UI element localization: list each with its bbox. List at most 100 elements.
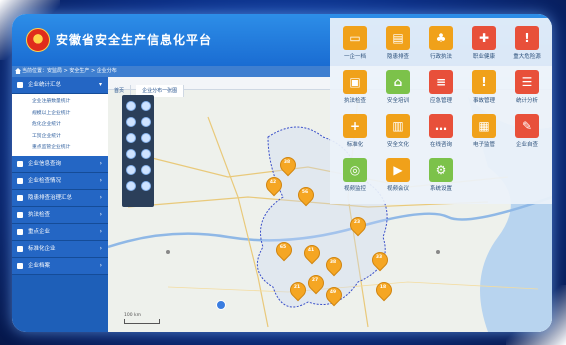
map-pin[interactable]: 33 <box>368 248 392 272</box>
sidebar-group[interactable]: 执法检查 › <box>12 206 108 224</box>
shirt-icon: ♣ <box>429 26 453 50</box>
pan-icon[interactable] <box>126 101 136 111</box>
module-tile[interactable]: ▦ 电子监管 <box>465 114 503 148</box>
module-tile[interactable]: ! 事故管理 <box>465 70 503 104</box>
module-tile-label: 视频监控 <box>343 186 366 192</box>
sidebar-group-summary[interactable]: 企业统计汇总 ▾ <box>12 77 108 94</box>
doc-chart-icon: ▦ <box>472 114 496 138</box>
settings-icon[interactable] <box>141 181 151 191</box>
app-title: 安徽省安全生产信息化平台 <box>56 33 213 47</box>
search-icon <box>17 160 23 167</box>
sidebar-item[interactable]: 企业注册数量统计 <box>12 96 108 108</box>
measure-line-icon[interactable] <box>126 133 136 143</box>
sidebar-item[interactable]: 重点监管企业统计 <box>12 142 108 154</box>
print-icon[interactable] <box>126 181 136 191</box>
module-tile-label: 标准化 <box>346 142 364 148</box>
clear-icon[interactable] <box>141 165 151 175</box>
chevron-down-icon: ▾ <box>98 81 102 88</box>
chevron-right-icon: › <box>99 261 102 269</box>
module-tile[interactable]: ✎ 企业自查 <box>508 114 546 148</box>
gear-icon: ⚙ <box>429 158 453 182</box>
map-pin[interactable]: 38 <box>276 153 300 177</box>
map-pin[interactable]: 65 <box>272 238 296 262</box>
layers-icon[interactable] <box>126 165 136 175</box>
sidebar-group[interactable]: 企业信息查询 › <box>12 155 108 173</box>
map-pin[interactable]: 21 <box>286 278 310 302</box>
module-tile[interactable]: ▭ 一企一档 <box>336 26 374 60</box>
module-tile[interactable]: ⌂ 安全培训 <box>379 70 417 104</box>
module-tile-label: 应急管理 <box>429 98 452 104</box>
module-tile-label: 在线咨询 <box>429 142 452 148</box>
module-tile-label: 行政执法 <box>429 54 452 60</box>
sidebar-group[interactable]: 企业检查情况 › <box>12 172 108 190</box>
module-tile[interactable]: ▤ 隐患排查 <box>379 26 417 60</box>
full-extent-icon[interactable] <box>141 117 151 127</box>
sidebar-item[interactable]: 规模以上企业统计 <box>12 108 108 120</box>
map-pin[interactable]: 42 <box>262 173 286 197</box>
sidebar-item[interactable]: 工贸企业统计 <box>12 131 108 143</box>
building-icon <box>17 228 23 235</box>
sidebar: 企业统计汇总 ▾ 企业注册数量统计 规模以上企业统计 危化企业统计 工贸企业统计… <box>12 77 108 332</box>
app-window: 安徽省安全生产信息化平台 当前位置：安监局 > 安全生产 > 企业分布 企业统计… <box>12 14 552 332</box>
module-tile-label: 事故管理 <box>472 98 495 104</box>
sidebar-group-label: 隐患排查治理汇总 <box>28 194 73 201</box>
list-icon <box>17 194 23 201</box>
doc-icon <box>17 245 23 252</box>
sidebar-group-label: 企业统计汇总 <box>28 82 62 88</box>
module-tile-label: 执法检查 <box>343 98 366 104</box>
draw-icon[interactable] <box>126 149 136 159</box>
module-tile[interactable]: ≡ 应急管理 <box>422 70 460 104</box>
module-tile[interactable]: ! 重大危险源 <box>508 26 546 60</box>
monitor-icon: ▭ <box>343 26 367 50</box>
zoom-in-icon[interactable] <box>141 101 151 111</box>
card-edit-icon: ✎ <box>515 114 539 138</box>
map-pin[interactable]: 49 <box>322 283 346 307</box>
document-icon: ≡ <box>429 70 453 94</box>
map-pin[interactable]: 23 <box>346 213 370 237</box>
chevron-right-icon: › <box>99 176 102 184</box>
module-tile[interactable]: ♣ 行政执法 <box>422 26 460 60</box>
map-pin[interactable]: 18 <box>372 278 396 302</box>
map-pin[interactable]: 41 <box>300 241 324 265</box>
map-pin[interactable]: 27 <box>304 271 328 295</box>
sidebar-group[interactable]: 标准化企业 › <box>12 240 108 258</box>
sidebar-group[interactable]: 隐患排查治理汇总 › <box>12 189 108 207</box>
module-tile[interactable]: ▶ 视频会议 <box>379 158 417 192</box>
chevron-right-icon: › <box>99 227 102 235</box>
sidebar-group-label: 执法检查 <box>28 211 51 218</box>
module-tile[interactable]: ☰ 统计分析 <box>508 70 546 104</box>
plus-card-icon: + <box>343 114 367 138</box>
home-icon[interactable] <box>15 68 21 74</box>
sidebar-group[interactable]: 企业档案 › <box>12 257 108 275</box>
locate-icon[interactable] <box>141 149 151 159</box>
module-tile[interactable]: + 标准化 <box>336 114 374 148</box>
sidebar-group[interactable]: 重点企业 › <box>12 223 108 241</box>
warning-icon: ! <box>472 70 496 94</box>
module-tile[interactable]: ⚙ 系统设置 <box>422 158 460 192</box>
module-tile[interactable]: ✚ 职业健康 <box>465 26 503 60</box>
module-tile-label: 职业健康 <box>472 54 495 60</box>
map-pin[interactable]: 38 <box>322 253 346 277</box>
module-tile[interactable]: … 在线咨询 <box>422 114 460 148</box>
sidebar-group-label: 重点企业 <box>28 228 51 235</box>
module-tile[interactable]: ▣ 执法检查 <box>336 70 374 104</box>
module-tile-label: 安全文化 <box>386 142 409 148</box>
measure-area-icon[interactable] <box>141 133 151 143</box>
module-tile[interactable]: ◎ 视频监控 <box>336 158 374 192</box>
chart-icon <box>17 82 23 88</box>
module-tile-label: 隐患排查 <box>386 54 409 60</box>
map-pin[interactable]: 56 <box>294 183 318 207</box>
module-tile[interactable]: ▥ 安全文化 <box>379 114 417 148</box>
location-marker-icon[interactable] <box>216 300 226 310</box>
sidebar-group-label: 企业检查情况 <box>28 177 62 184</box>
module-tile-label: 一企一档 <box>343 54 366 60</box>
module-launcher: ▭ 一企一档 ▤ 隐患排查 ♣ 行政执法 ✚ 职业健康 ! 重大危险源 ▣ 执法检查 ⌂ 安全培训 ≡ 应急管… <box>330 18 552 204</box>
module-tile-label: 视频会议 <box>386 186 409 192</box>
module-tile-label: 电子监管 <box>472 142 495 148</box>
medical-icon: ✚ <box>472 26 496 50</box>
chevron-right-icon: › <box>99 159 102 167</box>
sidebar-item[interactable]: 危化企业统计 <box>12 119 108 131</box>
warning-icon: ! <box>515 26 539 50</box>
module-tile-label: 系统设置 <box>429 186 452 192</box>
zoom-out-icon[interactable] <box>126 117 136 127</box>
